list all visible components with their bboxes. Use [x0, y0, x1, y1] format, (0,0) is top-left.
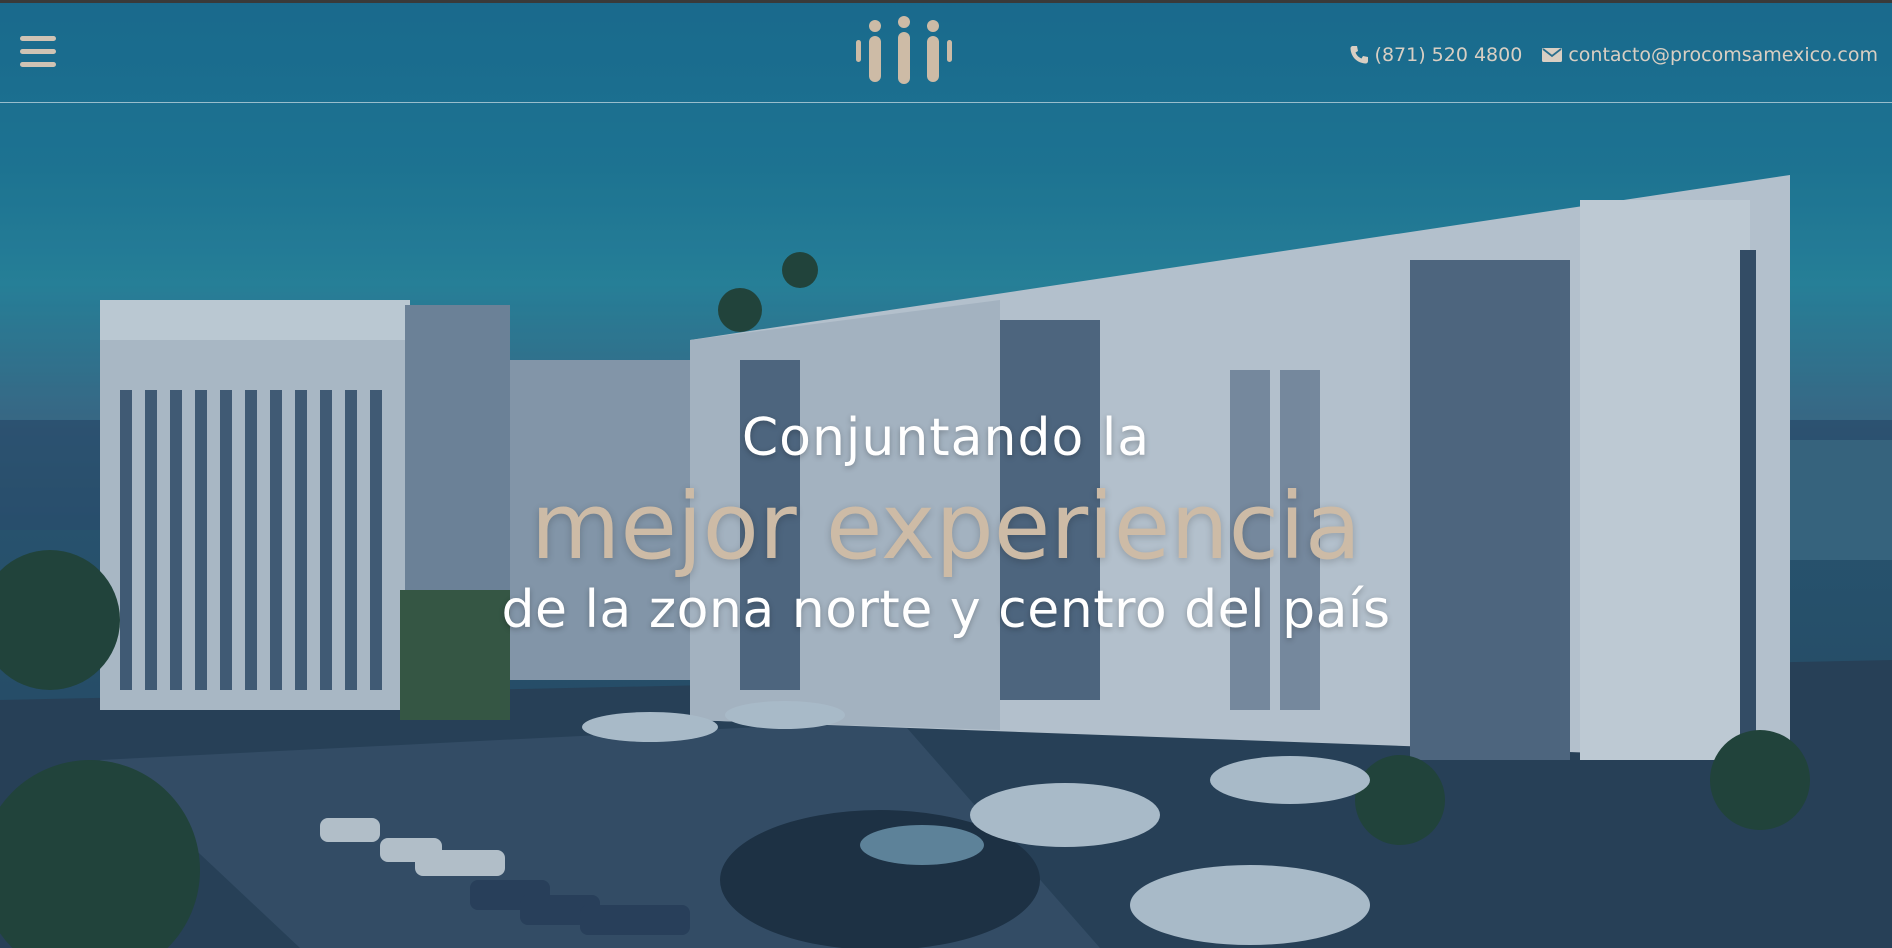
hero-line-1: Conjuntando la	[741, 408, 1151, 468]
phone-contact[interactable]: (871) 520 4800	[1349, 44, 1523, 66]
menu-bar	[20, 62, 56, 67]
envelope-icon	[1542, 48, 1563, 62]
procomsa-people-logo-icon[interactable]	[854, 16, 954, 88]
hero-line-2-accent: mejor experiencia	[530, 473, 1362, 580]
site-header: (871) 520 4800 contacto@procomsamexico.c…	[0, 0, 1892, 103]
email-contact[interactable]: contacto@procomsamexico.com	[1542, 44, 1878, 66]
contact-bar: (871) 520 4800 contacto@procomsamexico.c…	[1349, 40, 1878, 70]
menu-bar	[20, 36, 56, 41]
hamburger-menu-icon[interactable]	[20, 36, 56, 68]
phone-number: (871) 520 4800	[1374, 44, 1523, 66]
phone-icon	[1350, 46, 1368, 64]
hero-headline: Conjuntando la mejor experiencia de la z…	[0, 400, 1892, 648]
menu-bar	[20, 49, 56, 54]
hero-line-3: de la zona norte y centro del país	[501, 580, 1391, 640]
email-address: contacto@procomsamexico.com	[1568, 44, 1878, 66]
top-edge-strip	[0, 0, 1892, 3]
